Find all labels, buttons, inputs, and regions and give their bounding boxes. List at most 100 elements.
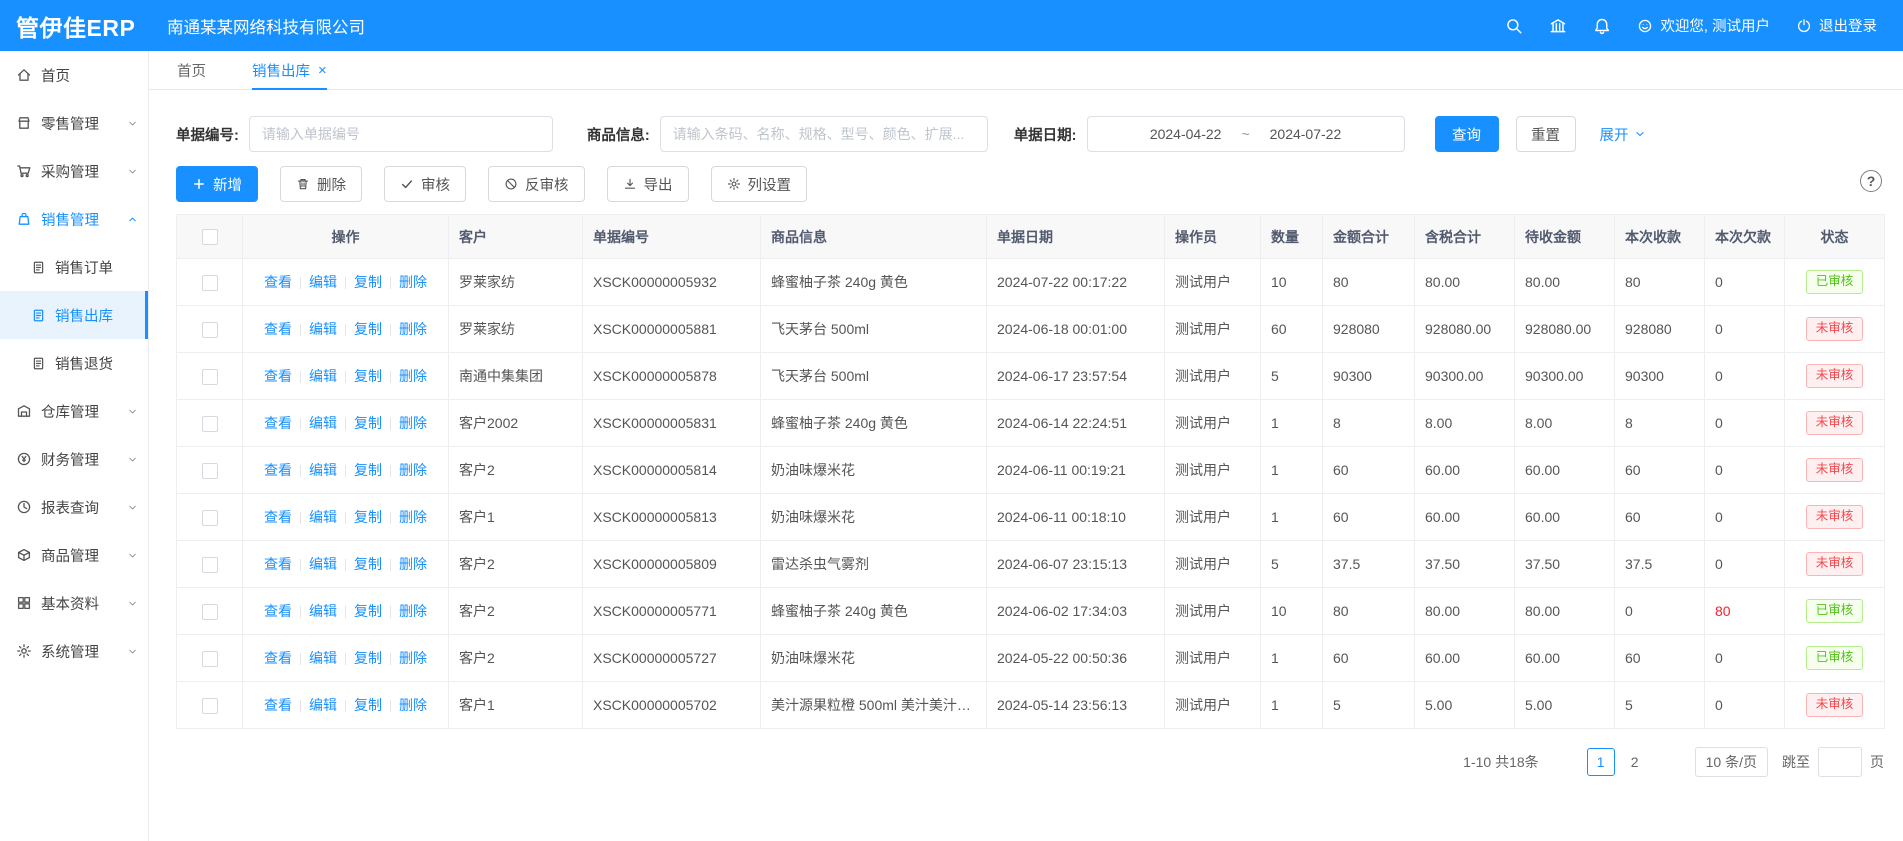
operator-cell: 测试用户 xyxy=(1165,353,1261,400)
sidebar-item-sales-outbound[interactable]: 销售出库 xyxy=(0,291,148,339)
row-checkbox[interactable] xyxy=(202,416,218,432)
row-checkbox[interactable] xyxy=(202,510,218,526)
jump-page-input[interactable] xyxy=(1818,747,1862,777)
copy-link[interactable]: 复制 xyxy=(354,603,382,619)
row-checkbox[interactable] xyxy=(202,604,218,620)
copy-link[interactable]: 复制 xyxy=(354,368,382,384)
sidebar-item-sales-return[interactable]: 销售退货 xyxy=(0,339,148,387)
search-icon[interactable] xyxy=(1505,17,1523,35)
date-cell: 2024-06-18 00:01:00 xyxy=(987,306,1165,353)
copy-link[interactable]: 复制 xyxy=(354,321,382,337)
delete-link[interactable]: 删除 xyxy=(399,415,427,431)
delete-link[interactable]: 删除 xyxy=(399,650,427,666)
sidebar-item-report[interactable]: 报表查询 xyxy=(0,483,148,531)
sidebar-item-product[interactable]: 商品管理 xyxy=(0,531,148,579)
edit-link[interactable]: 编辑 xyxy=(309,509,337,525)
view-link[interactable]: 查看 xyxy=(264,556,292,572)
prev-page-button[interactable] xyxy=(1555,748,1583,776)
view-link[interactable]: 查看 xyxy=(264,603,292,619)
add-button[interactable]: 新增 xyxy=(176,166,258,202)
sidebar-item-sales-order[interactable]: 销售订单 xyxy=(0,243,148,291)
copy-link[interactable]: 复制 xyxy=(354,650,382,666)
tax-total-cell: 60.00 xyxy=(1415,635,1515,682)
edit-link[interactable]: 编辑 xyxy=(309,650,337,666)
row-checkbox[interactable] xyxy=(202,557,218,573)
view-link[interactable]: 查看 xyxy=(264,368,292,384)
date-range-picker[interactable]: 2024-04-22 ~ 2024-07-22 xyxy=(1087,116,1405,152)
audit-button[interactable]: 审核 xyxy=(384,166,466,202)
sidebar-item-finance[interactable]: 财务管理 xyxy=(0,435,148,483)
product-info-input[interactable] xyxy=(660,116,988,152)
bell-icon[interactable] xyxy=(1593,17,1611,35)
sidebar-item-retail[interactable]: 零售管理 xyxy=(0,99,148,147)
copy-link[interactable]: 复制 xyxy=(354,697,382,713)
bill-no-input[interactable] xyxy=(249,116,553,152)
copy-link[interactable]: 复制 xyxy=(354,274,382,290)
delete-button[interactable]: 删除 xyxy=(280,166,362,202)
sidebar-item-system[interactable]: 系统管理 xyxy=(0,627,148,675)
view-link[interactable]: 查看 xyxy=(264,274,292,290)
copy-link[interactable]: 复制 xyxy=(354,415,382,431)
edit-link[interactable]: 编辑 xyxy=(309,321,337,337)
building-icon[interactable] xyxy=(1549,17,1567,35)
edit-link[interactable]: 编辑 xyxy=(309,274,337,290)
plus-icon xyxy=(192,177,206,191)
copy-link[interactable]: 复制 xyxy=(354,462,382,478)
page-1-button[interactable]: 1 xyxy=(1587,748,1615,776)
view-link[interactable]: 查看 xyxy=(264,415,292,431)
row-checkbox[interactable] xyxy=(202,651,218,667)
delete-link[interactable]: 删除 xyxy=(399,697,427,713)
edit-link[interactable]: 编辑 xyxy=(309,462,337,478)
operations-cell: 查看 编辑 复制 删除 xyxy=(243,494,449,541)
row-checkbox[interactable] xyxy=(202,275,218,291)
delete-link[interactable]: 删除 xyxy=(399,274,427,290)
view-link[interactable]: 查看 xyxy=(264,509,292,525)
tab-bar: 首页 销售出库 × xyxy=(149,51,1903,90)
export-button[interactable]: 导出 xyxy=(607,166,689,202)
tab-sales-outbound[interactable]: 销售出库 × xyxy=(252,51,327,89)
row-checkbox[interactable] xyxy=(202,369,218,385)
delete-link[interactable]: 删除 xyxy=(399,368,427,384)
expand-link[interactable]: 展开 xyxy=(1600,124,1646,145)
copy-link[interactable]: 复制 xyxy=(354,509,382,525)
sidebar-item-basic[interactable]: 基本资料 xyxy=(0,579,148,627)
row-checkbox[interactable] xyxy=(202,463,218,479)
edit-link[interactable]: 编辑 xyxy=(309,697,337,713)
edit-link[interactable]: 编辑 xyxy=(309,556,337,572)
edit-link[interactable]: 编辑 xyxy=(309,368,337,384)
row-checkbox[interactable] xyxy=(202,322,218,338)
logout-button[interactable]: 退出登录 xyxy=(1796,15,1877,36)
sidebar-item-home[interactable]: 首页 xyxy=(0,51,148,99)
search-button[interactable]: 查询 xyxy=(1435,116,1499,152)
copy-link[interactable]: 复制 xyxy=(354,556,382,572)
sidebar-item-sales[interactable]: 销售管理 xyxy=(0,195,148,243)
help-icon[interactable]: ? xyxy=(1860,170,1882,192)
delete-link[interactable]: 删除 xyxy=(399,603,427,619)
page-2-button[interactable]: 2 xyxy=(1621,748,1649,776)
view-link[interactable]: 查看 xyxy=(264,321,292,337)
close-icon[interactable]: × xyxy=(318,62,327,79)
column-settings-button[interactable]: 列设置 xyxy=(711,166,808,202)
sidebar-item-label: 销售出库 xyxy=(55,305,145,326)
edit-link[interactable]: 编辑 xyxy=(309,415,337,431)
delete-link[interactable]: 删除 xyxy=(399,462,427,478)
select-all-checkbox[interactable] xyxy=(202,229,218,245)
view-link[interactable]: 查看 xyxy=(264,462,292,478)
user-menu[interactable]: 欢迎您, 测试用户 xyxy=(1637,15,1770,36)
delete-link[interactable]: 删除 xyxy=(399,556,427,572)
page-size-select[interactable]: 10 条/页 xyxy=(1695,747,1768,777)
delete-link[interactable]: 删除 xyxy=(399,321,427,337)
delete-link[interactable]: 删除 xyxy=(399,509,427,525)
header-actions: 欢迎您, 测试用户 退出登录 xyxy=(1505,15,1903,36)
tab-home[interactable]: 首页 xyxy=(177,51,206,89)
unaudit-button[interactable]: 反审核 xyxy=(488,166,585,202)
edit-link[interactable]: 编辑 xyxy=(309,603,337,619)
table-row: 查看编辑复制删除 南通中集集团 XSCK00000005878 飞天茅台 500… xyxy=(177,353,1885,400)
sidebar-item-warehouse[interactable]: 仓库管理 xyxy=(0,387,148,435)
view-link[interactable]: 查看 xyxy=(264,650,292,666)
next-page-button[interactable] xyxy=(1653,748,1681,776)
reset-button[interactable]: 重置 xyxy=(1516,116,1576,152)
row-checkbox[interactable] xyxy=(202,698,218,714)
sidebar-item-purchase[interactable]: 采购管理 xyxy=(0,147,148,195)
view-link[interactable]: 查看 xyxy=(264,697,292,713)
